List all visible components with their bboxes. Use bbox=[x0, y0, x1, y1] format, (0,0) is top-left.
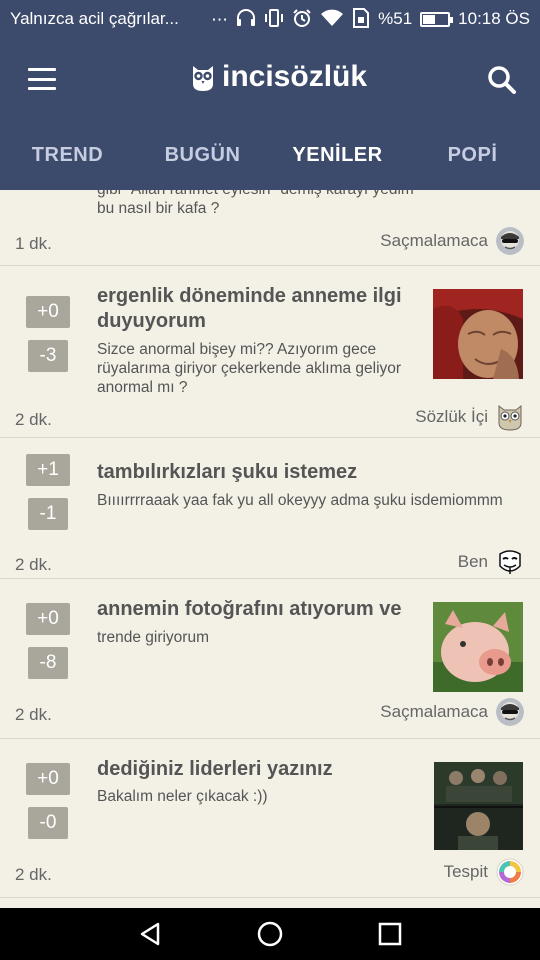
back-icon bbox=[140, 922, 160, 946]
entry-body-line: bu nasıl bir kafa ? bbox=[97, 200, 220, 217]
entry-title[interactable]: dediğiniz liderleri yazınız bbox=[97, 757, 427, 782]
vote-controls: +1 -1 bbox=[26, 454, 70, 542]
upvote-button[interactable]: +0 bbox=[26, 603, 70, 635]
home-button[interactable] bbox=[250, 914, 290, 954]
headphones-icon bbox=[236, 8, 256, 30]
tab-popi[interactable]: POPİ bbox=[405, 120, 540, 190]
list-item[interactable]: gibi "Allah rahmet eylesin" demiş karayı… bbox=[0, 190, 540, 266]
entry-author[interactable]: Saçmalamaca bbox=[380, 227, 524, 255]
avatar bbox=[496, 227, 524, 255]
home-icon bbox=[257, 921, 283, 947]
menu-icon-line bbox=[28, 77, 56, 81]
vote-controls: +0 -0 bbox=[26, 763, 70, 851]
entry-author[interactable]: Sözlük İçi bbox=[415, 403, 524, 431]
system-nav-bar bbox=[0, 908, 540, 960]
tab-bar: TREND BUGÜN YENİLER POPİ bbox=[0, 120, 540, 190]
app-name: incisözlük bbox=[222, 60, 368, 93]
vote-controls: +0 -3 bbox=[26, 296, 70, 384]
author-name: Ben bbox=[457, 552, 488, 571]
downvote-button[interactable]: -1 bbox=[28, 498, 68, 530]
upvote-button[interactable]: +0 bbox=[26, 763, 70, 795]
avatar bbox=[496, 698, 524, 726]
notification-text: Yalnızca acil çağrılar... bbox=[10, 9, 179, 28]
entry-thumbnail[interactable] bbox=[433, 602, 523, 692]
tab-trend[interactable]: TREND bbox=[0, 120, 135, 190]
entry-body-line: gibi "Allah rahmet eylesin" demiş karayı… bbox=[97, 190, 414, 199]
mask-avatar bbox=[499, 550, 521, 574]
entry-feed[interactable]: gibi "Allah rahmet eylesin" demiş karayı… bbox=[0, 190, 540, 908]
back-button[interactable] bbox=[130, 914, 170, 954]
list-item[interactable]: +0 -8 annemin fotoğrafını atıyorum ve tr… bbox=[0, 579, 540, 739]
entry-title[interactable]: tambılırkızları şuku istemez bbox=[97, 460, 517, 485]
recents-button[interactable] bbox=[370, 914, 410, 954]
list-item[interactable]: +0 -0 dediğiniz liderleri yazınız Bakalı… bbox=[0, 739, 540, 898]
entry-time: 2 dk. bbox=[15, 865, 52, 884]
upvote-button[interactable]: +0 bbox=[26, 296, 70, 328]
tab-bugun[interactable]: BUGÜN bbox=[135, 120, 270, 190]
menu-button[interactable] bbox=[28, 68, 56, 90]
group-photo-thumbnail bbox=[434, 762, 523, 850]
wifi-icon bbox=[320, 9, 344, 30]
entry-author[interactable]: Tespit bbox=[444, 858, 524, 886]
status-bar: Yalnızca acil çağrılar... ⋯ %51 10:18 ÖS bbox=[0, 0, 540, 38]
author-name: Saçmalamaca bbox=[380, 702, 488, 721]
entry-time: 2 dk. bbox=[15, 705, 52, 724]
alarm-icon bbox=[292, 8, 312, 31]
entry-time: 2 dk. bbox=[15, 410, 52, 429]
more-icon: ⋯ bbox=[211, 9, 229, 29]
battery-icon bbox=[420, 11, 454, 27]
recents-icon bbox=[378, 922, 402, 946]
entry-body: Bıııırrrraaak yaa fak yu all okeyyy adma… bbox=[97, 492, 503, 509]
entry-author[interactable]: Saçmalamaca bbox=[380, 698, 524, 726]
downvote-button[interactable]: -0 bbox=[28, 807, 68, 839]
downvote-button[interactable]: -8 bbox=[28, 647, 68, 679]
sim-icon bbox=[352, 7, 370, 31]
entry-thumbnail[interactable] bbox=[434, 762, 523, 850]
app-logo: incisözlük bbox=[190, 60, 367, 94]
colorful-circle-avatar bbox=[496, 858, 524, 886]
entry-title[interactable]: annemin fotoğrafını atıyorum ve bbox=[97, 597, 427, 622]
clock: 10:18 ÖS bbox=[458, 9, 530, 28]
downvote-button[interactable]: -3 bbox=[28, 340, 68, 372]
pig-thumbnail bbox=[433, 602, 523, 692]
entry-title[interactable]: ergenlik döneminde anneme ilgi duyuyorum bbox=[97, 284, 427, 334]
list-item[interactable]: +0 -3 ergenlik döneminde anneme ilgi duy… bbox=[0, 266, 540, 438]
entry-author[interactable]: Ben bbox=[458, 548, 524, 576]
upvote-button[interactable]: +1 bbox=[26, 454, 70, 486]
search-button[interactable] bbox=[486, 64, 518, 96]
list-item[interactable]: +1 -1 tambılırkızları şuku istemez Bıııı… bbox=[0, 438, 540, 579]
author-name: Tespit bbox=[443, 862, 488, 881]
entry-body: Sizce anormal bişey mi?? Azıyorım gece r… bbox=[97, 341, 402, 396]
entry-time: 2 dk. bbox=[15, 555, 52, 574]
entry-time: 1 dk. bbox=[15, 234, 52, 253]
menu-icon-line bbox=[28, 87, 56, 90]
entry-body: Bakalım neler çıkacak :)) bbox=[97, 788, 268, 805]
entry-thumbnail[interactable] bbox=[433, 289, 523, 379]
old-woman-thumbnail bbox=[433, 289, 523, 379]
author-name: Saçmalamaca bbox=[380, 231, 488, 250]
owl-avatar bbox=[498, 404, 522, 431]
vibrate-icon bbox=[264, 8, 284, 30]
owl-icon bbox=[193, 66, 213, 91]
menu-icon-line bbox=[28, 68, 56, 71]
author-name: Sözlük İçi bbox=[415, 407, 488, 426]
entry-body: trende giriyorum bbox=[97, 629, 209, 646]
entry-body: gibi "Allah rahmet eylesin" demiş karayı… bbox=[97, 190, 414, 218]
tab-yeniler[interactable]: YENİLER bbox=[270, 120, 405, 190]
vote-controls: +0 -8 bbox=[26, 603, 70, 691]
battery-percent: %51 bbox=[378, 9, 413, 28]
app-header: incisözlük TREND BUGÜN YENİLER POPİ bbox=[0, 38, 540, 190]
search-icon bbox=[488, 66, 516, 94]
